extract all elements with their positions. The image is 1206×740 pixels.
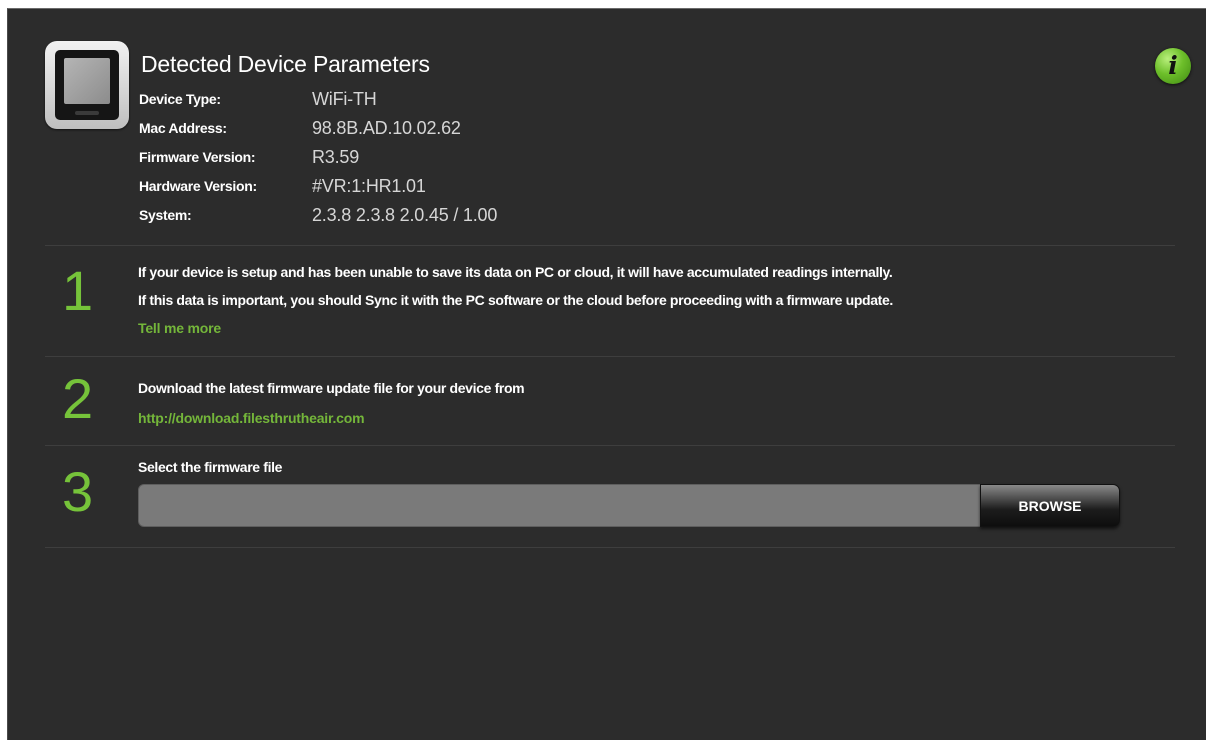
param-value: R3.59 xyxy=(312,147,360,167)
step-1-text-line-2: If this data is important, you should Sy… xyxy=(138,292,893,308)
param-label: System: xyxy=(139,207,192,223)
param-hardware-version: Hardware Version: #VR:1:HR1.01 xyxy=(139,176,639,208)
param-label: Mac Address: xyxy=(139,120,227,136)
divider xyxy=(45,547,1175,548)
param-value: #VR:1:HR1.01 xyxy=(312,176,426,196)
param-value: 2.3.8 2.3.8 2.0.45 / 1.00 xyxy=(312,205,498,225)
param-device-type: Device Type: WiFi-TH xyxy=(139,89,639,121)
firmware-update-panel: Detected Device Parameters i Device Type… xyxy=(7,8,1206,740)
divider xyxy=(45,245,1175,246)
app-window: Detected Device Parameters i Device Type… xyxy=(0,0,1206,740)
device-screen xyxy=(55,50,119,120)
param-firmware-version: Firmware Version: R3.59 xyxy=(139,147,639,179)
param-label: Device Type: xyxy=(139,91,221,107)
info-icon[interactable]: i xyxy=(1155,48,1191,84)
param-value: WiFi-TH xyxy=(312,89,377,109)
param-label: Hardware Version: xyxy=(139,178,257,194)
device-icon xyxy=(45,41,129,129)
step-3-number: 3 xyxy=(62,460,94,523)
tell-me-more-link[interactable]: Tell me more xyxy=(138,320,221,336)
divider xyxy=(45,356,1175,357)
param-mac-address: Mac Address: 98.8B.AD.10.02.62 xyxy=(139,118,639,150)
step-2-number: 2 xyxy=(62,367,94,430)
step-1-text-line-1: If your device is setup and has been una… xyxy=(138,264,893,280)
step-2-text: Download the latest firmware update file… xyxy=(138,380,525,396)
param-system: System: 2.3.8 2.3.8 2.0.45 / 1.00 xyxy=(139,205,639,237)
browse-button[interactable]: BROWSE xyxy=(980,484,1120,527)
param-label: Firmware Version: xyxy=(139,149,256,165)
step-3-text: Select the firmware file xyxy=(138,459,283,475)
divider xyxy=(45,445,1175,446)
page-title: Detected Device Parameters xyxy=(141,51,430,77)
step-1-number: 1 xyxy=(62,259,94,322)
firmware-file-input[interactable] xyxy=(138,484,981,527)
param-value: 98.8B.AD.10.02.62 xyxy=(312,118,461,138)
download-link[interactable]: http://download.filesthrutheair.com xyxy=(138,410,365,426)
